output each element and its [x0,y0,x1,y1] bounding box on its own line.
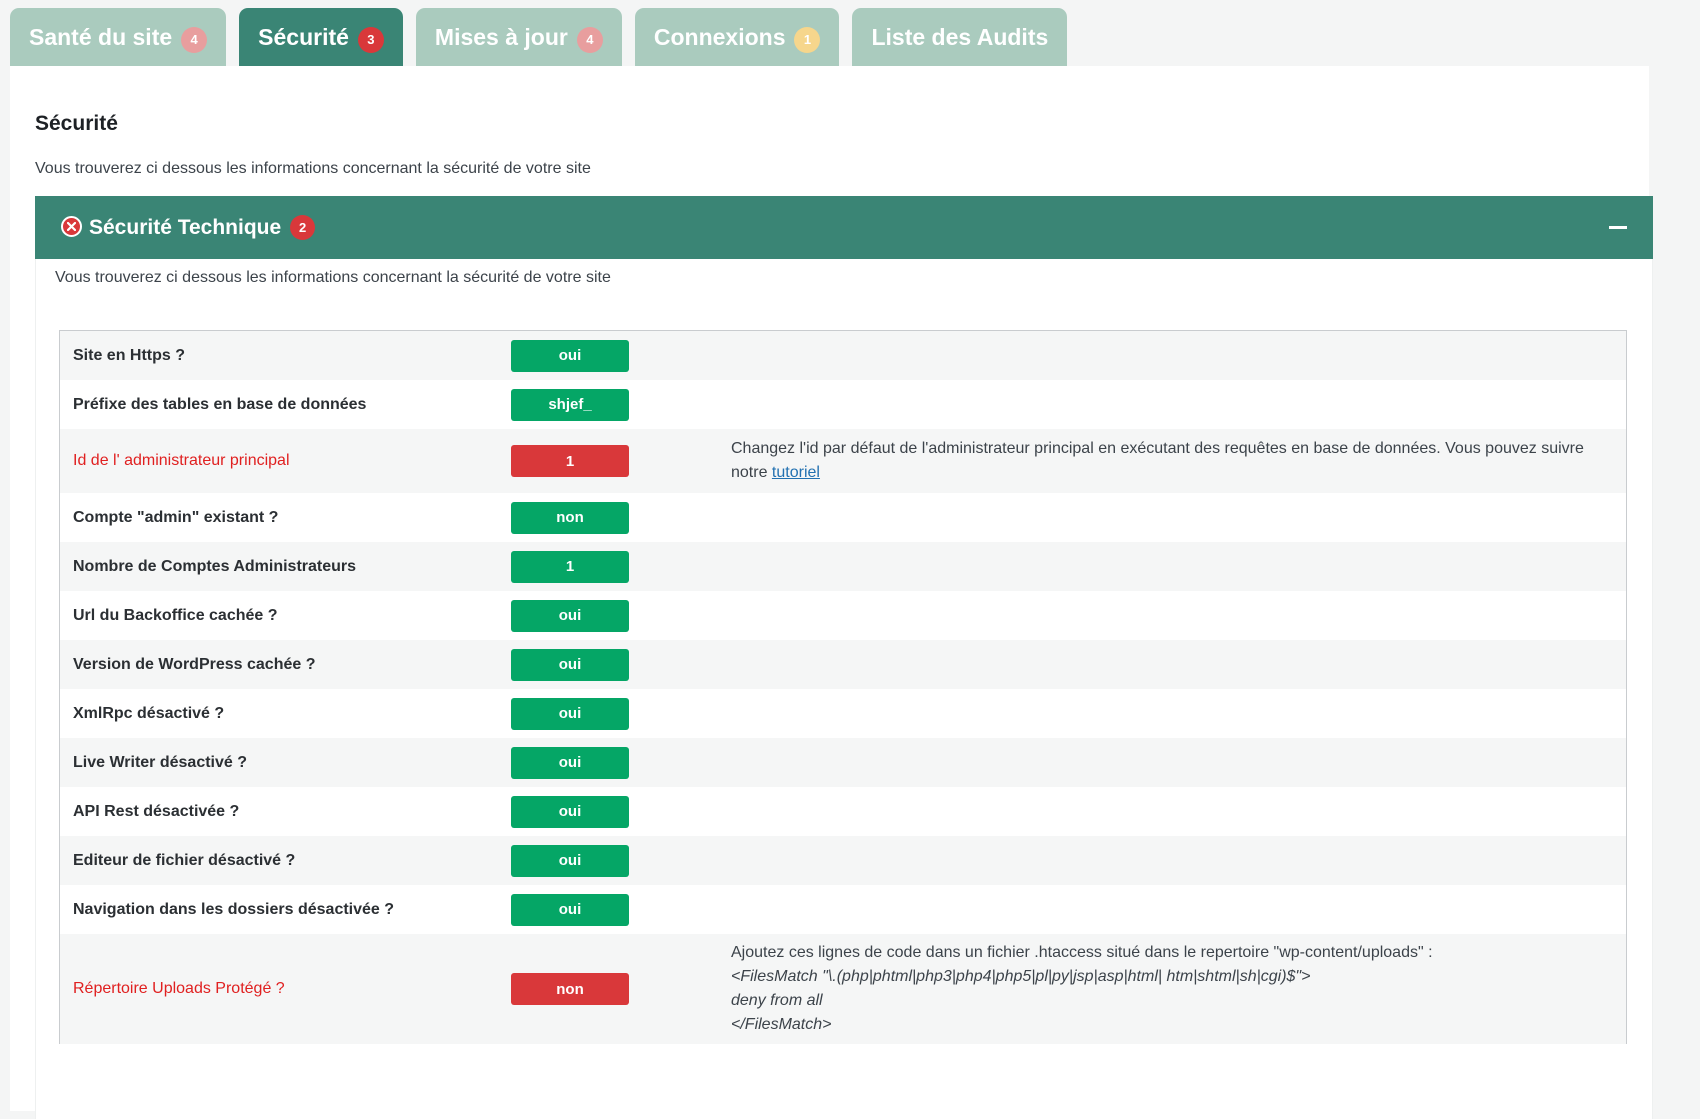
row-label: Site en Https ? [73,346,186,364]
code-line: </FilesMatch> [731,1016,832,1033]
status-badge: oui [511,599,629,632]
row-value-cell: oui [511,591,629,640]
table-row: Compte "admin" existant ? non [60,493,1626,542]
row-value-cell: oui [511,885,629,934]
minus-icon[interactable] [1609,226,1627,229]
tab-bar: Santé du site 4 Sécurité 3 Mises à jour … [10,8,1080,66]
note-text-content: Changez l'id par défaut de l'administrat… [731,440,1584,481]
table-row: Nombre de Comptes Administrateurs 1 [60,542,1626,591]
status-badge: 1 [511,445,629,477]
row-label: API Rest désactivée ? [73,802,240,820]
row-label: Version de WordPress cachée ? [73,655,316,673]
accordion-title: Sécurité Technique [89,215,282,239]
row-value-cell: shjef_ [511,380,629,429]
row-label: Url du Backoffice cachée ? [73,606,278,624]
tab-label: Mises à jour [434,23,568,50]
tab-badge: 3 [357,26,384,53]
row-label: XmlRpc désactivé ? [73,704,225,722]
status-badge: oui [511,648,629,681]
tutorial-link[interactable]: tutoriel [772,464,820,481]
status-badge: 1 [511,550,629,583]
table-row: Id de l' administrateur principal 1 Change… [60,429,1626,493]
row-label: Compte "admin" existant ? [73,508,279,526]
tab-badge: 4 [181,26,208,53]
row-value-cell: non [511,493,629,542]
row-value-cell: oui [511,738,629,787]
tab-connexions[interactable]: Connexions 1 [634,8,840,66]
row-value-cell: 1 [511,429,629,493]
row-label: Nombre de Comptes Administrateurs [73,557,357,575]
tab-label: Liste des Audits [871,23,1049,50]
tab-mises-a-jour[interactable]: Mises à jour 4 [415,8,622,66]
table-row: Répertoire Uploads Protégé ? non Ajoutez c… [60,934,1626,1044]
note-text-content: Ajoutez ces lignes de code dans un fichi… [731,944,1433,961]
table-row: XmlRpc désactivé ? oui [60,689,1626,738]
tab-badge: 4 [576,26,603,53]
table-row: Live Writer désactivé ? oui [60,738,1626,787]
code-line: <FilesMatch "\.(php|phtml|php3|php4|php5… [731,968,1311,985]
row-value-cell: 1 [511,542,629,591]
table-row: Url du Backoffice cachée ? oui [60,591,1626,640]
tab-label: Sécurité [258,23,349,50]
row-value-cell: non [511,934,629,1044]
section-title: Sécurité [35,112,118,135]
tab-securite[interactable]: Sécurité 3 [239,8,403,66]
status-badge: non [511,973,629,1005]
row-label: Live Writer désactivé ? [73,753,247,771]
table-row: Navigation dans les dossiers désactivée … [60,885,1626,934]
status-badge: oui [511,893,629,926]
status-badge: shjef_ [511,388,629,421]
tab-badge: 1 [794,26,821,53]
table-row: Editeur de fichier désactivé ? oui [60,836,1626,885]
table-row: Site en Https ? oui [60,331,1626,380]
row-label: Navigation dans les dossiers désactivée … [73,900,395,918]
accordion-description: Vous trouverez ci dessous les informatio… [55,269,611,286]
row-value-cell: oui [511,331,629,380]
row-label: Id de l' administrateur principal [73,452,290,469]
code-line: deny from all [731,992,823,1009]
tab-label: Santé du site [29,23,173,50]
row-value-cell: oui [511,689,629,738]
section-description: Vous trouverez ci dessous les informatio… [35,160,591,177]
status-badge: non [511,501,629,534]
status-badge: oui [511,844,629,877]
status-badge: oui [511,746,629,779]
row-note: Ajoutez ces lignes de code dans un fichi… [731,934,1596,1044]
status-badge: oui [511,697,629,730]
row-note: Changez l'id par défaut de l'administrat… [731,429,1596,493]
tab-liste-des-audits[interactable]: Liste des Audits [852,8,1068,66]
error-x-icon [61,215,82,237]
table-row: API Rest désactivée ? oui [60,787,1626,836]
accordion-header[interactable]: Sécurité Technique 2 [35,196,1653,259]
row-label: Editeur de fichier désactivé ? [73,851,296,869]
table-row: Préfixe des tables en base de données shj… [60,380,1626,429]
row-value-cell: oui [511,640,629,689]
row-value-cell: oui [511,836,629,885]
accordion-badge: 2 [290,215,316,240]
tab-sante-du-site[interactable]: Santé du site 4 [10,8,227,66]
row-label: Répertoire Uploads Protégé ? [73,980,285,997]
row-label: Préfixe des tables en base de données [73,395,367,413]
note-text: Ajoutez ces lignes de code dans un fichi… [731,941,1596,965]
note-text: Changez l'id par défaut de l'administrat… [731,437,1596,485]
row-value-cell: oui [511,787,629,836]
status-badge: oui [511,339,629,372]
tab-label: Connexions [653,23,786,50]
table-row: Version de WordPress cachée ? oui [60,640,1626,689]
status-badge: oui [511,795,629,828]
security-table: Site en Https ? oui Préfixe des tables en … [59,330,1627,1044]
scrollbar[interactable] [1680,66,1700,1105]
